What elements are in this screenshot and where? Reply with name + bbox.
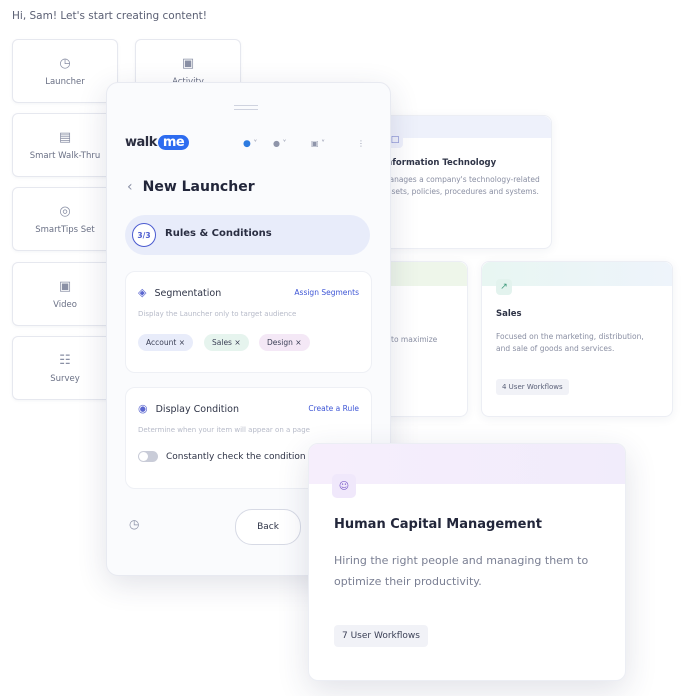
section-desc: Determine when your item will appear on … — [138, 426, 310, 434]
card-title: Sales — [496, 309, 522, 319]
eye-icon: ◉ — [138, 402, 148, 415]
tile-smart-walk-thru[interactable]: ▤ Smart Walk-Thru — [12, 113, 118, 177]
launcher-footer-icon[interactable]: ◷ — [129, 517, 139, 531]
tile-video[interactable]: ▣ Video — [12, 262, 118, 326]
layout-icon[interactable]: ▣ ˅ — [311, 139, 325, 148]
card-title: Human Capital Management — [334, 517, 542, 532]
assign-segments-link[interactable]: Assign Segments — [294, 288, 359, 297]
workflow-count-pill: 4 User Workflows — [496, 379, 569, 395]
language-selector-icon[interactable]: ● ˅ — [273, 139, 287, 148]
section-desc: Display the Launcher only to target audi… — [138, 310, 297, 318]
back-button[interactable]: Back — [235, 509, 301, 545]
tag-sales[interactable]: Sales × — [204, 334, 249, 351]
target-icon: ◈ — [138, 286, 147, 299]
workflow-count-pill: 7 User Workflows — [334, 625, 428, 647]
tile-launcher[interactable]: ◷ Launcher — [12, 39, 118, 103]
card-human-capital-management[interactable]: ☺ Human Capital Management Hiring the ri… — [308, 443, 626, 681]
create-rule-link[interactable]: Create a Rule — [308, 404, 359, 413]
tile-survey[interactable]: ☷ Survey — [12, 336, 118, 400]
tile-label: Video — [53, 299, 77, 310]
card-desc-line: Focused on the marketing, distribution, — [496, 332, 644, 341]
activity-icon: ▣ — [181, 55, 195, 71]
greeting: Hi, Sam! Let's start creating content! — [12, 10, 207, 22]
card-desc-line: Manages a company's technology-related — [383, 175, 540, 184]
smarttips-icon: ◎ — [59, 203, 71, 219]
tag-label: Design — [267, 338, 293, 347]
card-desc-line: and sale of goods and services. — [496, 344, 615, 353]
remove-tag-icon[interactable]: × — [295, 338, 301, 347]
remove-tag-icon[interactable]: × — [234, 338, 240, 347]
back-chevron-icon[interactable]: ‹ — [127, 179, 133, 195]
card-band — [309, 444, 625, 484]
chart-icon: ↗ — [496, 279, 512, 295]
section-title: Segmentation — [154, 288, 222, 299]
step-indicator: 3/3 Rules & Conditions — [125, 215, 370, 255]
section-title: Display Condition — [155, 404, 239, 415]
page-title-text: New Launcher — [142, 179, 255, 195]
drag-handle[interactable] — [234, 105, 258, 110]
segmentation-header: ◈ Segmentation — [138, 286, 221, 299]
tile-label: Survey — [50, 373, 80, 384]
walkthru-icon: ▤ — [58, 129, 72, 145]
remove-tag-icon[interactable]: × — [179, 338, 185, 347]
launcher-icon: ◷ — [59, 55, 71, 71]
walkme-logo: walk me — [125, 135, 190, 150]
card-desc-line: assets, policies, procedures and systems… — [383, 187, 539, 196]
tag-label: Account — [146, 338, 177, 347]
tile-label: Launcher — [45, 76, 85, 87]
people-icon: ☺ — [332, 474, 356, 498]
video-icon: ▣ — [58, 278, 72, 294]
card-title: Information Technology — [383, 158, 497, 168]
toggle-label: Constantly check the condition — [166, 452, 306, 462]
salesforce-icon[interactable]: ● ˅ — [243, 139, 257, 149]
tag-design[interactable]: Design × — [259, 334, 310, 351]
constantly-check-toggle[interactable] — [138, 451, 158, 462]
card-sales[interactable]: ↗ Sales Focused on the marketing, distri… — [481, 261, 673, 417]
logo-text: walk — [125, 135, 157, 150]
survey-icon: ☷ — [59, 352, 71, 368]
card-desc: Focused on the marketing, distribution, … — [496, 331, 644, 355]
tile-smarttips-set[interactable]: ◎ SmartTips Set — [12, 187, 118, 251]
step-badge: 3/3 — [132, 223, 156, 247]
display-condition-header: ◉ Display Condition — [138, 402, 239, 415]
segmentation-section: ◈ Segmentation Assign Segments Display th… — [125, 271, 372, 373]
tag-account[interactable]: Account × — [138, 334, 193, 351]
card-desc: to maximize — [391, 335, 438, 344]
logo-badge: me — [157, 135, 190, 150]
page-title: ‹ New Launcher — [127, 179, 255, 195]
card-desc: Manages a company's technology-related a… — [383, 174, 540, 198]
tile-label: SmartTips Set — [35, 224, 95, 235]
step-label: Rules & Conditions — [165, 228, 272, 239]
tag-label: Sales — [212, 338, 232, 347]
card-desc: Hiring the right people and managing the… — [334, 554, 589, 588]
more-options-icon[interactable]: ⋮ — [357, 139, 365, 148]
tile-label: Smart Walk-Thru — [29, 150, 101, 161]
